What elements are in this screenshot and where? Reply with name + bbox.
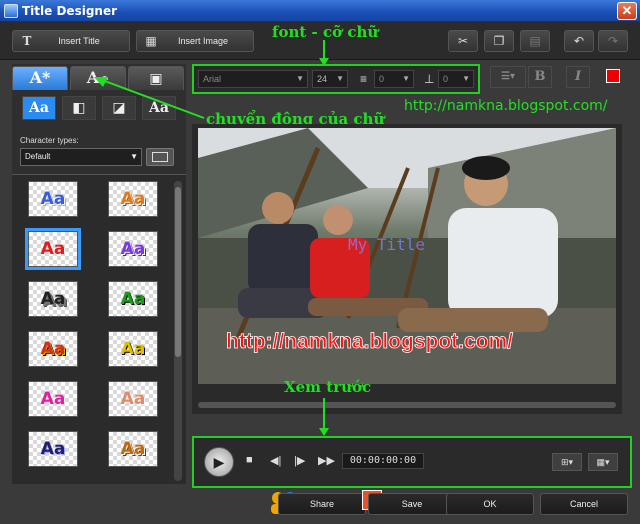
display-mode-icon[interactable]: ▦▾ [588, 453, 618, 471]
copy-icon[interactable]: ❐ [484, 30, 514, 52]
preset-item[interactable]: Aa [108, 231, 158, 267]
paste-icon[interactable]: ▤ [520, 30, 550, 52]
ok-button[interactable]: OK [446, 493, 534, 515]
redo-icon[interactable]: ↷ [598, 30, 628, 52]
prev-frame-icon[interactable]: ◀| [270, 454, 281, 467]
preset-label: Aa [120, 289, 146, 309]
line-spacing-value: 0 [379, 74, 385, 84]
preset-label: Aa [40, 339, 66, 359]
app-icon [4, 4, 18, 18]
italic-button[interactable]: I [566, 66, 590, 88]
sub-style-border[interactable]: ◧ [62, 96, 96, 120]
preview-scene: My Title http://namkna.blogspot.com/ [198, 128, 616, 384]
sub-style-text[interactable]: Aa [22, 96, 56, 120]
insert-image-button[interactable]: ▦ Insert Image [136, 30, 254, 52]
preset-label: Aa [40, 189, 66, 209]
insert-title-label: Insert Title [58, 36, 100, 46]
preset-item[interactable]: Aa [28, 381, 78, 417]
play-icon: ▶ [213, 454, 225, 470]
chevron-down-icon: ▼ [130, 152, 138, 161]
character-type-options-button[interactable] [146, 148, 174, 166]
font-size-value: 24 [317, 74, 328, 84]
preset-label: Aa [120, 439, 146, 459]
fast-forward-icon[interactable]: ▶▶ [318, 454, 335, 467]
timecode-display: 00:00:00:00 [342, 453, 424, 469]
preset-label: Aa [40, 389, 66, 409]
preset-label: Aa [120, 339, 146, 359]
preset-item[interactable]: Aa [28, 181, 78, 217]
preview-watermark: My Title [348, 235, 425, 254]
annotation-url: http://namkna.blogspot.com/ [404, 98, 608, 114]
cut-icon[interactable]: ✂ [448, 30, 478, 52]
bold-group: B [528, 66, 552, 88]
save-button[interactable]: Save [368, 493, 456, 515]
preset-item[interactable]: Aa [108, 431, 158, 467]
safe-zone-icon[interactable]: ⊞▾ [552, 453, 582, 471]
character-types-label: Character types: [20, 136, 79, 145]
font-family-select[interactable]: Arial ▼ [198, 70, 308, 88]
preview-panel: My Title http://namkna.blogspot.com/ Xem… [192, 124, 622, 414]
chevron-down-icon: ▼ [402, 74, 410, 83]
preview-h-scrollbar[interactable] [198, 402, 616, 408]
text-color-swatch[interactable] [606, 69, 620, 83]
preset-item[interactable]: Aa [108, 281, 158, 317]
italic-group: I [566, 66, 590, 88]
share-button[interactable]: Share [278, 493, 366, 515]
font-toolbar: Arial ▼ 24 ▼ ≡ 0 ▼ ⊥ 0 ▼ [192, 64, 480, 94]
preset-label: Aa [40, 439, 66, 459]
align-group: ☰▾ [490, 66, 526, 88]
insert-image-label: Insert Image [177, 36, 229, 46]
annotation-font-size: font - cỡ chữ [272, 23, 379, 41]
title-bar: Title Designer ✕ [0, 0, 640, 22]
chevron-down-icon: ▼ [462, 74, 470, 83]
cancel-button[interactable]: Cancel [540, 493, 628, 515]
stop-icon[interactable]: ■ [246, 454, 253, 466]
next-frame-icon[interactable]: |▶ [294, 454, 305, 467]
char-spacing-value: 0 [443, 74, 449, 84]
preset-item[interactable]: Aa [28, 431, 78, 467]
character-types-value: Default [25, 152, 51, 161]
line-spacing-select[interactable]: 0 ▼ [374, 70, 414, 88]
chevron-down-icon: ▼ [296, 74, 304, 83]
preset-item[interactable]: Aa [28, 281, 78, 317]
annotation-arrow-preview [319, 398, 329, 436]
tab-character-presets[interactable]: A* [12, 66, 68, 90]
preview-photo: My Title http://namkna.blogspot.com/ [198, 128, 616, 384]
character-types-select[interactable]: Default ▼ [20, 148, 142, 166]
preset-label: Aa [120, 239, 146, 259]
preset-item[interactable]: Aa [108, 331, 158, 367]
preset-label: Aa [40, 289, 66, 309]
chevron-down-icon: ▼ [336, 74, 344, 83]
insert-title-button[interactable]: T Insert Title [12, 30, 130, 52]
preset-label: Aa [120, 189, 146, 209]
border-icon: ◧ [72, 100, 86, 116]
preset-label: Aa [120, 389, 146, 409]
preset-scrollbar-thumb[interactable] [175, 187, 181, 357]
preset-list: Aa Aa Aa Aa Aa Aa Aa Aa Aa Aa Aa Aa [12, 174, 186, 484]
annotation-preview: Xem trước [284, 378, 372, 396]
preset-scrollbar[interactable] [174, 181, 182, 481]
font-size-select[interactable]: 24 ▼ [312, 70, 348, 88]
font-family-value: Arial [203, 74, 222, 84]
preset-item-selected[interactable]: Aa [25, 228, 81, 270]
preset-item[interactable]: Aa [108, 381, 158, 417]
undo-icon[interactable]: ↶ [564, 30, 594, 52]
annotation-arrow-font [319, 40, 329, 66]
align-icon[interactable]: ☰▾ [490, 66, 526, 88]
char-spacing-select[interactable]: 0 ▼ [438, 70, 474, 88]
preset-item[interactable]: Aa [108, 181, 158, 217]
left-panel: A* A↶ ▣ Aa ◧ ◪ Aa Character types: Defau… [12, 64, 186, 484]
char-spacing-icon: ⊥ [424, 72, 435, 86]
bold-button[interactable]: B [528, 66, 552, 88]
preset-label: Aa [40, 239, 66, 259]
close-button[interactable]: ✕ [617, 2, 637, 20]
window-title: Title Designer [22, 4, 118, 18]
playback-controls: ▶ ■ ◀| |▶ ▶▶ 00:00:00:00 ⊞▾ ▦▾ [192, 436, 632, 488]
play-button[interactable]: ▶ [204, 447, 234, 477]
line-spacing-icon: ≡ [360, 72, 368, 86]
preview-overlay-url: http://namkna.blogspot.com/ [226, 330, 513, 353]
preset-item[interactable]: Aa [28, 331, 78, 367]
